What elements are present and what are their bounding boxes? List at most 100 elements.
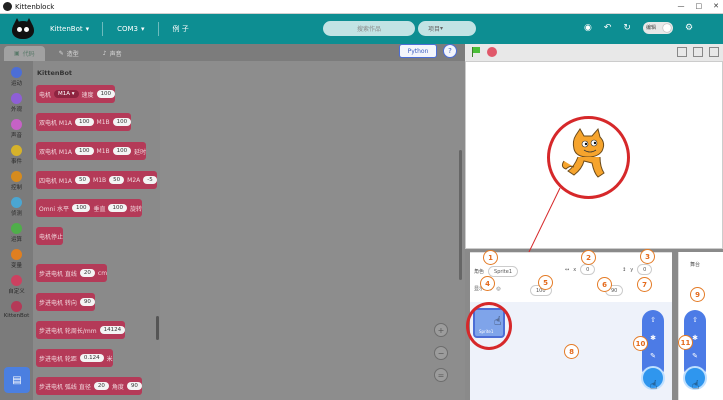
maximize-button[interactable]: □ xyxy=(696,2,703,10)
category-sensing[interactable]: 侦测 xyxy=(0,197,33,217)
y-position-field[interactable]: 0 xyxy=(637,264,653,275)
chevron-down-icon: ▾ xyxy=(141,25,145,33)
zoom-out-button[interactable]: − xyxy=(434,346,448,360)
category-kittenbot[interactable]: KittenBot xyxy=(0,301,33,319)
block-input[interactable]: 100 xyxy=(96,90,116,98)
category-label: 侦测 xyxy=(10,211,22,217)
block-input[interactable]: 100 xyxy=(112,118,132,126)
category-dot xyxy=(11,93,22,104)
small-stage-icon[interactable] xyxy=(677,47,687,57)
category-control[interactable]: 控制 xyxy=(0,171,33,191)
code-block[interactable]: 电机停止 xyxy=(36,227,64,245)
block-text: cm xyxy=(97,269,108,277)
large-stage-icon[interactable] xyxy=(693,47,703,57)
code-block[interactable]: 步进电机 直线 20 cm xyxy=(36,264,108,282)
add-extension-button[interactable]: ▤ xyxy=(4,367,30,393)
script-scrollbar[interactable] xyxy=(459,150,462,280)
category-label: 运算 xyxy=(10,237,22,243)
search-input[interactable]: 搜索作品 xyxy=(323,21,415,36)
code-block[interactable]: 四电机 M1A 50 M1B 50 M2A -5 xyxy=(36,171,157,189)
category-looks[interactable]: 外观 xyxy=(0,93,33,113)
zoom-reset-button[interactable]: = xyxy=(434,368,448,382)
code-block[interactable]: 电机 M1A ▾ 速度 100 xyxy=(36,85,116,103)
editor-tabs: ▣ 代码 ✎ 造型 ♪ 声音 xyxy=(0,44,465,61)
annotation-marker-9: 9 xyxy=(690,287,705,302)
fullscreen-icon[interactable] xyxy=(709,47,719,57)
code-block[interactable]: 步进电机 弧线 直径 20 角度 90 xyxy=(36,377,142,395)
stop-icon[interactable] xyxy=(487,47,497,57)
x-position-field[interactable]: 0 xyxy=(580,264,596,275)
help-button[interactable]: ? xyxy=(443,44,457,58)
callout-circle-small xyxy=(466,302,512,350)
code-block[interactable]: 双电机 M1A 100 M1B 100 延时 xyxy=(36,142,147,160)
block-input[interactable]: 90 xyxy=(126,382,142,390)
block-input[interactable]: 100 xyxy=(108,204,127,212)
block-input[interactable]: 100 xyxy=(75,118,94,126)
category-events[interactable]: 事件 xyxy=(0,145,33,165)
block-input[interactable]: 0.124 xyxy=(79,354,104,362)
block-input[interactable]: 100 xyxy=(75,147,94,155)
undo-icon[interactable]: ↶ xyxy=(604,23,612,33)
close-button[interactable]: ✕ xyxy=(713,2,719,10)
tab-costumes-label: 造型 xyxy=(66,51,79,58)
block-input[interactable]: 50 xyxy=(75,176,91,184)
block-input[interactable]: 100 xyxy=(71,204,91,212)
block-input[interactable]: 20 xyxy=(93,382,109,390)
block-input[interactable]: 100 xyxy=(112,147,132,155)
script-area[interactable] xyxy=(160,61,465,400)
category-dot xyxy=(11,275,22,286)
x-label: x xyxy=(573,266,577,273)
block-input[interactable]: 50 xyxy=(109,176,125,184)
block-input[interactable]: 14124 xyxy=(99,326,126,334)
code-block[interactable]: 双电机 M1A 100 M1B 100 xyxy=(36,113,132,131)
menu-hardware[interactable]: KittenBot ▾ xyxy=(50,22,104,36)
gear-icon[interactable]: ⚙ xyxy=(685,23,693,33)
block-text: 步进电机 轮距 xyxy=(39,355,77,363)
block-input[interactable]: 90 xyxy=(79,298,95,306)
category-motion[interactable]: 运动 xyxy=(0,67,33,87)
tab-costumes[interactable]: ✎ 造型 xyxy=(49,46,89,61)
tab-sounds[interactable]: ♪ 声音 xyxy=(93,46,132,61)
project-title-field[interactable]: 项目 ▾ xyxy=(418,21,476,36)
code-block[interactable]: Omni 水平 100 垂直 100 旋转 xyxy=(36,199,142,217)
upload-icon[interactable]: ⇧ xyxy=(684,316,706,324)
redo-icon[interactable]: ↻ xyxy=(623,23,631,33)
block-input[interactable]: -5 xyxy=(143,176,157,184)
eye-slash-icon[interactable]: ◎ xyxy=(496,286,500,292)
sprite-name-field[interactable]: Sprite1 xyxy=(488,266,519,277)
category-label: 外观 xyxy=(10,107,22,113)
block-text: 角度 xyxy=(111,383,124,391)
green-flag-icon[interactable] xyxy=(471,47,481,57)
minimize-button[interactable]: — xyxy=(678,2,685,10)
category-custom[interactable]: 自定义 xyxy=(0,275,33,295)
category-operators[interactable]: 运算 xyxy=(0,223,33,243)
category-dot xyxy=(11,119,22,130)
upload-icon[interactable]: ⇧ xyxy=(642,316,664,324)
python-button[interactable]: Python xyxy=(399,44,437,58)
code-block[interactable]: 步进电机 轮距 0.124 米 xyxy=(36,349,113,367)
mode-toggle[interactable]: 编辑 xyxy=(642,22,673,34)
tab-code[interactable]: ▣ 代码 xyxy=(4,46,45,61)
palette-heading: KittenBot xyxy=(37,69,73,77)
palette-scrollbar[interactable] xyxy=(156,316,159,340)
block-input[interactable]: 20 xyxy=(79,269,95,277)
code-block[interactable]: 步进电机 转向 90 xyxy=(36,293,95,311)
paint-icon[interactable]: ✎ xyxy=(684,352,706,360)
menu-port[interactable]: COM3 ▾ xyxy=(117,22,159,36)
kitten-logo[interactable] xyxy=(10,17,36,41)
block-text: 米 xyxy=(106,355,113,363)
block-dropdown[interactable]: M1A ▾ xyxy=(54,90,79,98)
sprite-name-row: 角色 Sprite1 xyxy=(474,266,519,277)
chevron-down-icon: ▾ xyxy=(85,25,90,33)
paint-icon[interactable]: ✎ xyxy=(642,352,664,360)
menu-examples[interactable]: 例 子 xyxy=(173,24,189,34)
camera-icon[interactable]: ◉ xyxy=(584,23,592,33)
y-arrow-icon: ↕ xyxy=(622,266,627,273)
category-variables[interactable]: 变量 xyxy=(0,249,33,269)
x-position-row: ↔ x 0 xyxy=(565,264,596,275)
zoom-in-button[interactable]: + xyxy=(434,323,448,337)
block-text: 垂直 xyxy=(93,205,106,213)
category-sound[interactable]: 声音 xyxy=(0,119,33,139)
block-text: 步进电机 直线 xyxy=(39,270,77,278)
code-block[interactable]: 步进电机 轮周长/mm 14124 xyxy=(36,321,126,339)
